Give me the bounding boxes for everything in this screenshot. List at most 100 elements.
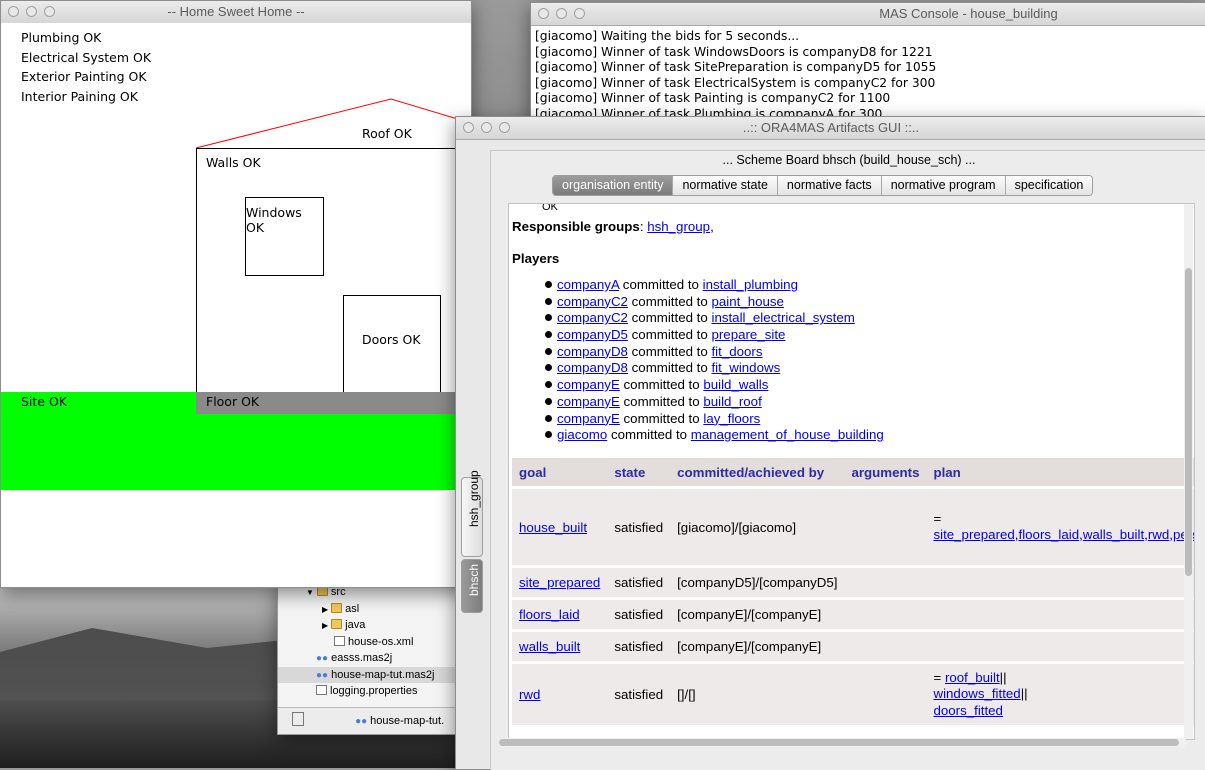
console-titlebar[interactable]: MAS Console - house_building — [531, 3, 1205, 26]
goal-row: floors_laid satisfied [companyE]/[companyE… — [512, 600, 1194, 629]
committed-cell: [companyD5]/[companyD5] — [670, 568, 845, 597]
plan-link[interactable]: windows_fitted — [933, 686, 1020, 701]
horizontal-scroll-thumb[interactable] — [499, 739, 1179, 746]
navigator-item[interactable]: ●● house-map-tut.mas2j — [278, 666, 461, 683]
close-button[interactable] — [8, 6, 19, 17]
console-output[interactable]: [giacomo] Waiting the bids for 5 seconds… — [531, 26, 1205, 123]
expand-arrow-icon[interactable]: ▶ — [322, 621, 328, 630]
goal-link[interactable]: rwd — [519, 687, 540, 702]
plan-link[interactable]: roof_built — [945, 670, 1000, 685]
tab-bhsch[interactable]: bhsch — [461, 559, 483, 613]
doors-label: Doors OK — [362, 332, 421, 347]
player-item: giacomo committed to management_of_house… — [545, 427, 884, 444]
goal-link[interactable]: site_prepared — [519, 575, 600, 590]
close-button[interactable] — [463, 122, 474, 133]
vertical-scrollbar[interactable] — [1184, 204, 1193, 739]
plan-operator: = — [933, 669, 942, 685]
plan-cell: = site_prepared,floors_laid,walls_built,r… — [926, 489, 1194, 565]
plan-link[interactable]: walls_built — [1083, 527, 1144, 542]
player-agent-link[interactable]: companyE — [557, 394, 620, 409]
player-mission-link[interactable]: paint_house — [711, 294, 783, 309]
navigator-item[interactable]: ●● easss.mas2j — [278, 650, 461, 667]
player-agent-link[interactable]: giacomo — [557, 427, 607, 442]
player-agent-link[interactable]: companyD8 — [557, 344, 628, 359]
goal-link[interactable]: house_built — [519, 520, 587, 535]
tab-normative-program[interactable]: normative program — [881, 176, 1006, 195]
committed-cell: []/[] — [670, 664, 845, 725]
close-button[interactable] — [538, 8, 549, 19]
responsible-group-link[interactable]: hsh_group — [647, 219, 710, 234]
house-window: -- Home Sweet Home -- Plumbing OK Electr… — [0, 0, 472, 588]
navigator-item-label: house-os.xml — [348, 635, 414, 648]
player-item: companyA committed to install_plumbing — [545, 277, 884, 294]
player-agent-link[interactable]: companyE — [557, 411, 620, 426]
minimize-button[interactable] — [26, 6, 37, 17]
minimize-button[interactable] — [556, 8, 567, 19]
tab-hsh-group[interactable]: hsh_group — [461, 470, 483, 557]
plan-separator: || — [999, 669, 1007, 685]
player-agent-link[interactable]: companyA — [557, 277, 619, 292]
player-mission-link[interactable]: fit_doors — [711, 344, 762, 359]
navigator-item-label: house-map-tut.mas2j — [331, 668, 435, 681]
goal-link[interactable]: walls_built — [519, 639, 580, 654]
navigator-item-label: java — [345, 619, 366, 631]
expand-arrow-icon[interactable]: ▼ — [306, 588, 314, 597]
vertical-scroll-thumb[interactable] — [1185, 268, 1192, 576]
console-title: MAS Console - house_building — [879, 6, 1058, 21]
console-line: [giacomo] Waiting the bids for 5 seconds… — [535, 29, 800, 43]
player-agent-link[interactable]: companyD8 — [557, 360, 628, 375]
player-mission-link[interactable]: lay_floors — [703, 411, 760, 426]
plan-link[interactable]: floors_laid — [1019, 527, 1080, 542]
mas2j-icon: ●● — [316, 669, 329, 681]
tab-specification[interactable]: specification — [1005, 176, 1093, 195]
windows-label: Windows OK — [246, 205, 302, 235]
plan-separator: || — [1020, 686, 1028, 702]
player-mission-link[interactable]: management_of_house_building — [691, 427, 884, 442]
player-mission-link[interactable]: prepare_site — [711, 327, 785, 342]
tab-normative-state[interactable]: normative state — [673, 176, 778, 195]
goal-row: house_built satisfied [giacomo]/[giacomo] =… — [512, 489, 1194, 565]
player-mission-link[interactable]: install_plumbing — [703, 277, 798, 292]
state-cell: satisfied — [607, 600, 671, 629]
player-mission-link[interactable]: fit_windows — [711, 360, 780, 375]
col-committed: committed/achieved by — [670, 458, 845, 486]
committed-text: committed to — [631, 327, 708, 343]
plan-link[interactable]: site_prepared — [933, 527, 1014, 542]
minimize-button[interactable] — [481, 122, 492, 133]
window-controls — [463, 122, 510, 133]
horizontal-scrollbar[interactable] — [499, 738, 1187, 747]
zoom-button[interactable] — [44, 6, 55, 17]
player-agent-link[interactable]: companyC2 — [557, 294, 628, 309]
navigator-item[interactable]: ▶ java — [278, 617, 461, 634]
player-mission-link[interactable]: build_walls — [703, 377, 768, 392]
plan-cell — [926, 632, 1194, 661]
player-agent-link[interactable]: companyD5 — [557, 327, 628, 342]
scheme-board-title: ... Scheme Board bhsch (build_house_sch)… — [722, 153, 976, 167]
plan-link[interactable]: rwd — [1148, 527, 1169, 542]
player-mission-link[interactable]: build_roof — [703, 394, 761, 409]
organisation-entity-content[interactable]: OK Responsible groups: hsh_group, Player… — [508, 203, 1195, 740]
player-agent-link[interactable]: companyC2 — [557, 310, 628, 325]
navigator-item[interactable]: ▶ asl — [278, 601, 461, 618]
navigator-item[interactable]: house-os.xml — [278, 634, 461, 651]
goal-link[interactable]: floors_laid — [519, 607, 580, 622]
navigator-item[interactable]: logging.properties — [278, 683, 461, 700]
player-mission-link[interactable]: install_electrical_system — [711, 310, 854, 325]
player-item: companyD5 committed to prepare_site — [545, 327, 884, 344]
goal-cell: rwd — [512, 664, 608, 725]
zoom-button[interactable] — [574, 8, 585, 19]
house-window-titlebar[interactable]: -- Home Sweet Home -- — [1, 1, 471, 24]
player-agent-link[interactable]: companyE — [557, 377, 620, 392]
navigator-footer-label[interactable]: house-map-tut. — [370, 715, 444, 727]
console-line: [giacomo] Winner of task ElectricalSyste… — [535, 75, 936, 90]
tab-normative-facts[interactable]: normative facts — [777, 176, 882, 195]
tab-bhsch-label: bhsch — [467, 563, 481, 596]
expand-arrow-icon[interactable]: ▶ — [322, 605, 328, 614]
goal-row: walls_built satisfied [companyE]/[companyE… — [512, 632, 1194, 661]
plan-link[interactable]: doors_fitted — [933, 703, 1002, 718]
tab-organisation-entity[interactable]: organisation entity — [553, 176, 674, 195]
zoom-button[interactable] — [499, 122, 510, 133]
ora4mas-titlebar[interactable]: ..:: ORA4MAS Artifacts GUI ::.. — [456, 117, 1205, 140]
goals-header-row: goal state committed/achieved by argumen… — [512, 458, 1194, 486]
committed-cell: [companyE]/[companyE] — [670, 600, 845, 629]
